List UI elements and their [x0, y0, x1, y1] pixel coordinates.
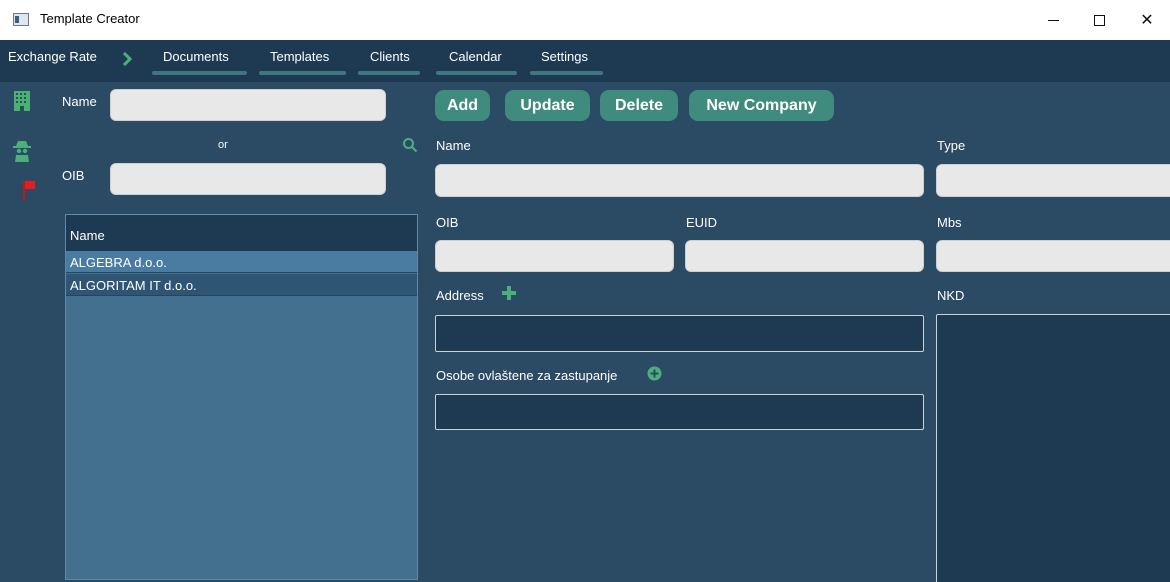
form-euid-label: EUID [686, 215, 718, 230]
form-mbs-input[interactable] [936, 240, 1170, 272]
form-mbs-label: Mbs [937, 215, 962, 230]
search-oib-label: OIB [62, 168, 85, 183]
add-address-icon[interactable] [502, 286, 516, 300]
form-address-input[interactable] [435, 315, 924, 352]
form-type-label: Type [937, 138, 966, 153]
form-name-input[interactable] [435, 164, 924, 197]
company-list[interactable]: Name ALGEBRA d.o.o. ALGORITAM IT d.o.o. [65, 214, 418, 580]
chevron-right-icon[interactable] [122, 52, 132, 66]
title-bar: Template Creator ✕ [0, 0, 1170, 40]
list-item[interactable]: ALGORITAM IT d.o.o. [66, 274, 417, 296]
flag-icon[interactable] [22, 180, 36, 200]
nav-bar: Exchange Rate Documents Templates Client… [0, 40, 1170, 82]
minimize-icon [1047, 19, 1059, 21]
form-euid-input[interactable] [685, 240, 924, 272]
left-rail [0, 82, 46, 582]
new-company-button[interactable]: New Company [689, 90, 834, 121]
nav-settings-underline [530, 71, 603, 75]
nav-templates-underline [259, 71, 346, 75]
nav-calendar-underline [436, 71, 517, 75]
nav-clients-underline [358, 71, 420, 75]
nav-documents[interactable]: Documents [163, 49, 229, 64]
form-type-input[interactable] [936, 164, 1170, 197]
spy-icon[interactable] [12, 140, 32, 162]
list-item[interactable]: ALGEBRA d.o.o. [66, 251, 417, 273]
nav-calendar[interactable]: Calendar [449, 49, 502, 64]
building-icon[interactable] [12, 90, 32, 112]
form-name-label: Name [436, 138, 471, 153]
search-name-label: Name [62, 94, 97, 109]
add-person-icon[interactable] [647, 366, 662, 381]
form-oib-label: OIB [436, 215, 459, 230]
add-button[interactable]: Add [435, 90, 490, 121]
nav-documents-underline [152, 71, 247, 75]
form-oib-input[interactable] [435, 240, 674, 272]
nav-templates[interactable]: Templates [270, 49, 329, 64]
app-window-icon [13, 13, 29, 26]
list-item-label: ALGORITAM IT d.o.o. [70, 278, 197, 293]
delete-button[interactable]: Delete [600, 90, 678, 121]
search-icon[interactable] [402, 137, 418, 153]
window-title: Template Creator [40, 11, 140, 26]
form-persons-label: Osobe ovlaštene za zastupanje [436, 368, 618, 383]
maximize-button[interactable] [1076, 0, 1122, 40]
or-label: or [218, 139, 228, 151]
form-nkd-label: NKD [937, 288, 965, 303]
nav-exchange-rate[interactable]: Exchange Rate [8, 49, 97, 64]
form-persons-input[interactable] [435, 394, 924, 430]
search-oib-input[interactable] [110, 163, 386, 195]
list-header-name: Name [70, 228, 105, 243]
close-icon: ✕ [1140, 12, 1154, 29]
search-name-input[interactable] [110, 89, 386, 121]
minimize-button[interactable] [1030, 0, 1076, 40]
list-item-label: ALGEBRA d.o.o. [70, 255, 167, 270]
nav-clients[interactable]: Clients [370, 49, 410, 64]
nav-settings[interactable]: Settings [541, 49, 588, 64]
close-button[interactable]: ✕ [1124, 0, 1170, 40]
update-button[interactable]: Update [505, 90, 590, 121]
list-header: Name [66, 215, 417, 251]
form-address-label: Address [436, 288, 484, 303]
form-nkd-list[interactable] [936, 314, 1170, 582]
maximize-icon [1093, 14, 1105, 26]
